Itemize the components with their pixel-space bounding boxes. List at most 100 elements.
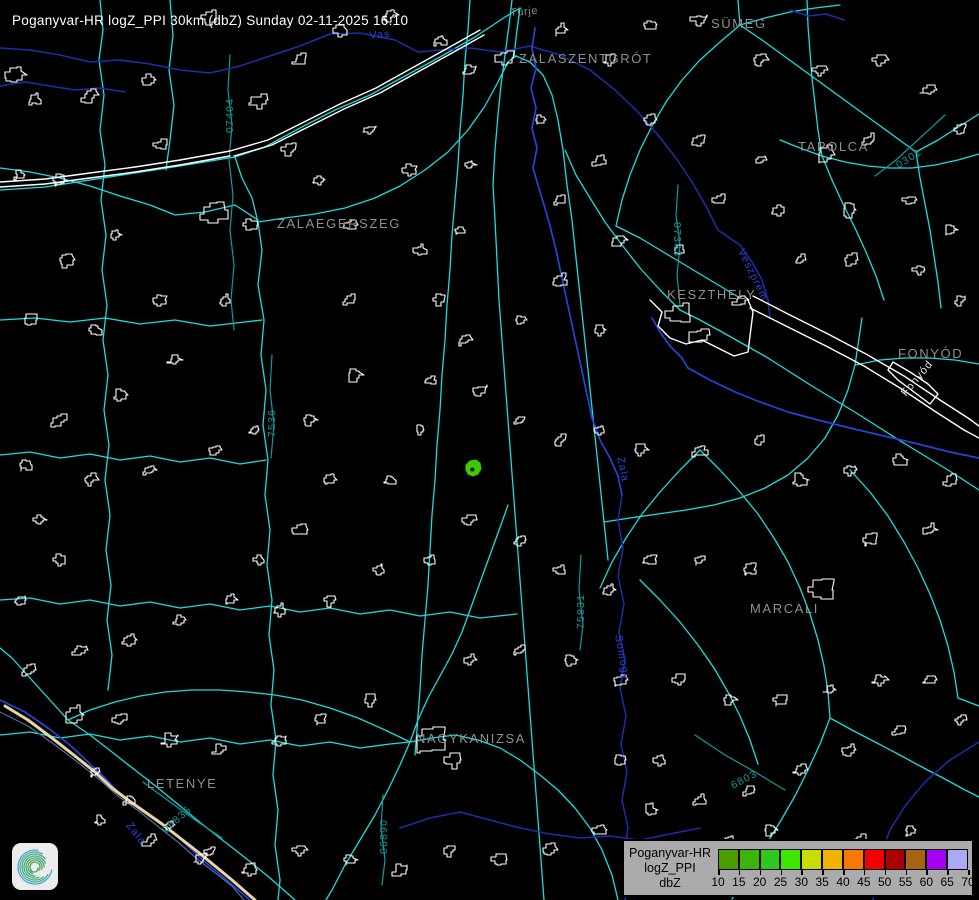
settlement-outline [365,694,376,707]
settlement-outline [462,515,477,525]
settlement-outline [465,161,477,168]
settlement-outline [153,295,167,306]
settlement-outline [644,114,657,125]
legend-color-cell [740,850,759,869]
settlement-outline [304,415,318,426]
city-label-marcali: MARCALI [750,601,819,616]
settlement-outline [122,634,137,646]
settlement-outline [212,744,226,754]
river-line [688,368,979,458]
settlement-outline [455,227,465,234]
settlement-outline [220,294,230,306]
legend-tick-label: 30 [795,875,808,889]
settlement-outline [444,846,455,857]
road-line [493,0,544,900]
settlement-outline [646,803,658,815]
settlement-outline [464,654,477,665]
settlement-outline [434,36,447,46]
legend-tick-label: 70 [961,875,974,889]
river-line [790,10,844,20]
settlement-outline [459,335,473,346]
legend-tick-label: 35 [815,875,828,889]
road-line [415,0,470,755]
settlement-outline [384,476,396,484]
settlement-outline [281,143,296,156]
settlement-outline [603,584,616,595]
radar-legend: Poganyvar-HR logZ_PPI dbZ 10152025303540… [622,839,974,897]
city-label-keszthely: KESZTHELY [667,287,756,302]
road-line [235,157,280,900]
road-line [0,8,520,190]
settlement-outline [112,714,127,724]
settlement-outline [249,426,259,434]
city-label-fonyod: FONYÓD [898,346,963,361]
road-line [0,598,517,618]
spiral-logo-icon [12,843,58,890]
settlement-outline [243,219,258,230]
road-number-07343: 07343 [671,222,683,257]
legend-color-cell [844,850,863,869]
settlement-outline [209,446,222,455]
road-line [99,0,112,690]
river-line [0,82,125,92]
minor-road-line [875,115,945,176]
settlement-outline [556,23,568,36]
settlement-outline [744,563,756,575]
settlement-outline [173,615,186,625]
settlement-outline [592,825,607,834]
railway-line [230,30,480,151]
settlement-outline [95,815,105,825]
river-line [533,168,622,495]
settlement-outline [33,515,47,524]
road-line [410,735,618,900]
legend-color-cells [718,849,968,870]
settlement-outline [842,744,856,756]
road-line [604,318,862,522]
settlement-outline [872,675,889,686]
legend-color-cell [906,850,925,869]
settlement-outline [906,826,916,836]
road-line [68,690,410,742]
legend-tick-label: 50 [878,875,891,889]
railway-line [650,300,753,356]
settlement-outline [514,417,525,424]
settlement-outline [536,115,546,124]
road-line [850,470,958,698]
settlement-outline [863,533,877,546]
settlement-outline [25,314,37,325]
settlement-outline [60,254,75,268]
settlement-outline [242,863,257,876]
road-line [258,56,516,222]
settlement-outline [491,854,507,865]
railway-line [753,296,979,426]
settlement-outline [845,253,858,266]
settlement-outline [51,414,67,427]
settlement-outline [425,376,436,384]
settlement-outline [433,294,445,306]
river-line [400,812,700,840]
road-line [916,152,941,308]
legend-color-cell [886,850,905,869]
settlement-outline [724,695,738,705]
settlement-outline [516,316,527,324]
settlement-outline [142,74,156,85]
settlement-outline [812,66,828,76]
settlement-outline [111,230,122,240]
settlement-outline [114,389,128,401]
settlement-outline [402,164,417,176]
settlement-outline [444,753,461,769]
city-label-tapolca: TAPOLCA [798,139,869,154]
legend-color-cell [823,850,842,869]
legend-title-block: Poganyvar-HR logZ_PPI dbZ [628,846,712,891]
settlement-outline [643,555,657,564]
legend-tick-label: 10 [711,875,724,889]
road-line [0,318,262,326]
settlement-outline [672,674,685,685]
settlement-outline [313,176,325,185]
settlement-outline [912,266,925,275]
radar-map: Poganyvar-HR logZ_PPI 30km (dbZ) Sunday … [0,0,979,900]
legend-tick-label: 55 [899,875,912,889]
settlement-outline [923,676,937,683]
settlement-outline [592,155,606,166]
settlement-outline [514,645,525,655]
